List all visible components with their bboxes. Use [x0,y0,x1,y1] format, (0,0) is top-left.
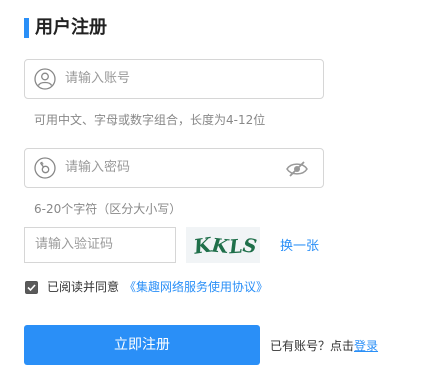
key-icon [34,157,56,179]
captcha-char: S [241,234,258,258]
login-prompt: 已有账号？点击 [270,339,355,353]
agreement-text: 已阅读并同意 [47,280,120,294]
title-accent-bar [24,18,29,38]
register-button[interactable]: 立即注册 [24,325,260,365]
password-placeholder: 请输入密码 [65,160,131,175]
agreement-link[interactable]: 《集趣网络服务使用协议》 [124,279,268,295]
account-placeholder: 请输入账号 [65,71,131,86]
password-hint: 6-20个字符（区分大小写） [34,202,182,216]
captcha-placeholder: 请输入验证码 [35,237,114,252]
checkbox-checked-icon[interactable] [25,281,38,294]
user-icon [34,68,56,90]
captcha-input[interactable]: 请输入验证码 [24,227,176,263]
login-hint: 已有账号？点击登录 [270,338,378,354]
page-title: 用户注册 [35,17,107,38]
account-hint: 可用中文、字母或数字组合，长度为4-12位 [34,113,266,127]
account-field[interactable]: 请输入账号 [24,59,324,99]
eye-off-icon[interactable] [285,159,309,179]
password-field[interactable]: 请输入密码 [24,148,324,188]
captcha-image[interactable]: K K L S [186,227,260,263]
refresh-captcha-link[interactable]: 换一张 [280,235,319,254]
login-link[interactable]: 登录 [354,339,378,353]
